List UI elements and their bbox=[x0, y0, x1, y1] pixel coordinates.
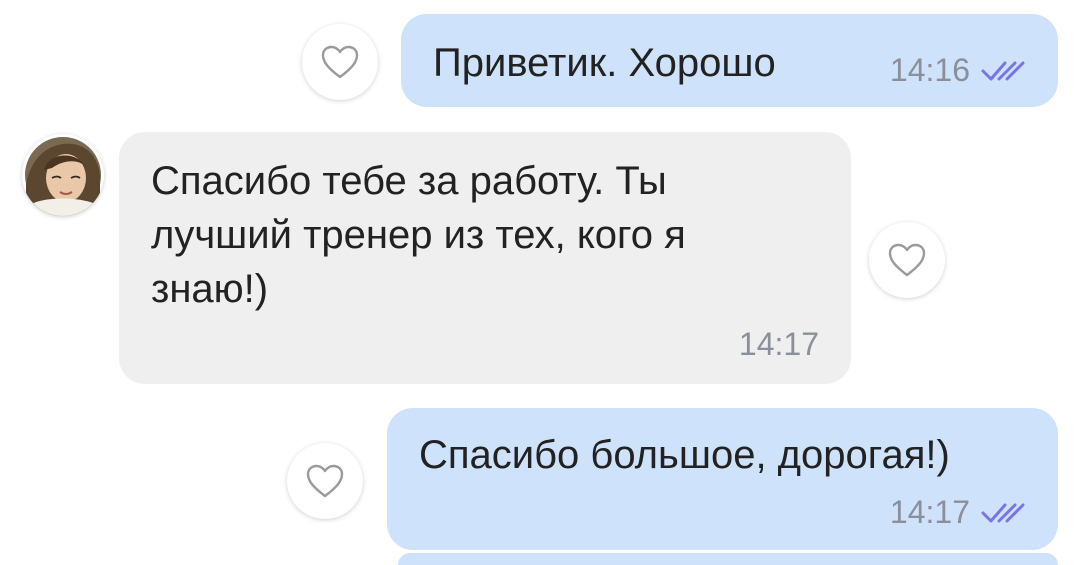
like-button[interactable] bbox=[869, 222, 945, 298]
message-text: Спасибо большое, дорогая!) bbox=[419, 433, 950, 477]
double-check-icon bbox=[981, 61, 1025, 80]
like-button[interactable] bbox=[287, 443, 363, 519]
message-time: 14:16 bbox=[889, 52, 970, 88]
incoming-message-bubble[interactable]: Спасибо тебе за работу. Ты лучший тренер… bbox=[119, 132, 851, 384]
message-text: Приветик. Хорошо bbox=[433, 41, 776, 85]
message-text: Спасибо тебе за работу. Ты лучший тренер… bbox=[151, 159, 686, 311]
outgoing-message-bubble[interactable]: Спасибо большое, дорогая!) 14:17 bbox=[387, 408, 1058, 550]
message-meta: 14:17 bbox=[890, 494, 1026, 531]
heart-outline-icon bbox=[306, 464, 344, 498]
double-check-icon bbox=[981, 503, 1025, 522]
chat-message-list[interactable]: Приветик. Хорошо 14:16 Спасибо тебе за р… bbox=[0, 0, 1080, 565]
message-time: 14:17 bbox=[889, 494, 970, 530]
message-meta: 14:16 bbox=[890, 52, 1026, 89]
heart-outline-icon bbox=[888, 243, 926, 277]
message-meta: 14:17 bbox=[739, 326, 819, 363]
heart-outline-icon bbox=[321, 45, 359, 79]
like-button[interactable] bbox=[302, 24, 378, 100]
avatar-photo bbox=[25, 137, 101, 216]
outgoing-message-bubble[interactable]: Приветик. Хорошо 14:16 bbox=[401, 14, 1058, 107]
message-time: 14:17 bbox=[738, 326, 819, 362]
next-message-bubble-edge bbox=[398, 553, 1058, 565]
contact-avatar[interactable] bbox=[22, 134, 104, 216]
